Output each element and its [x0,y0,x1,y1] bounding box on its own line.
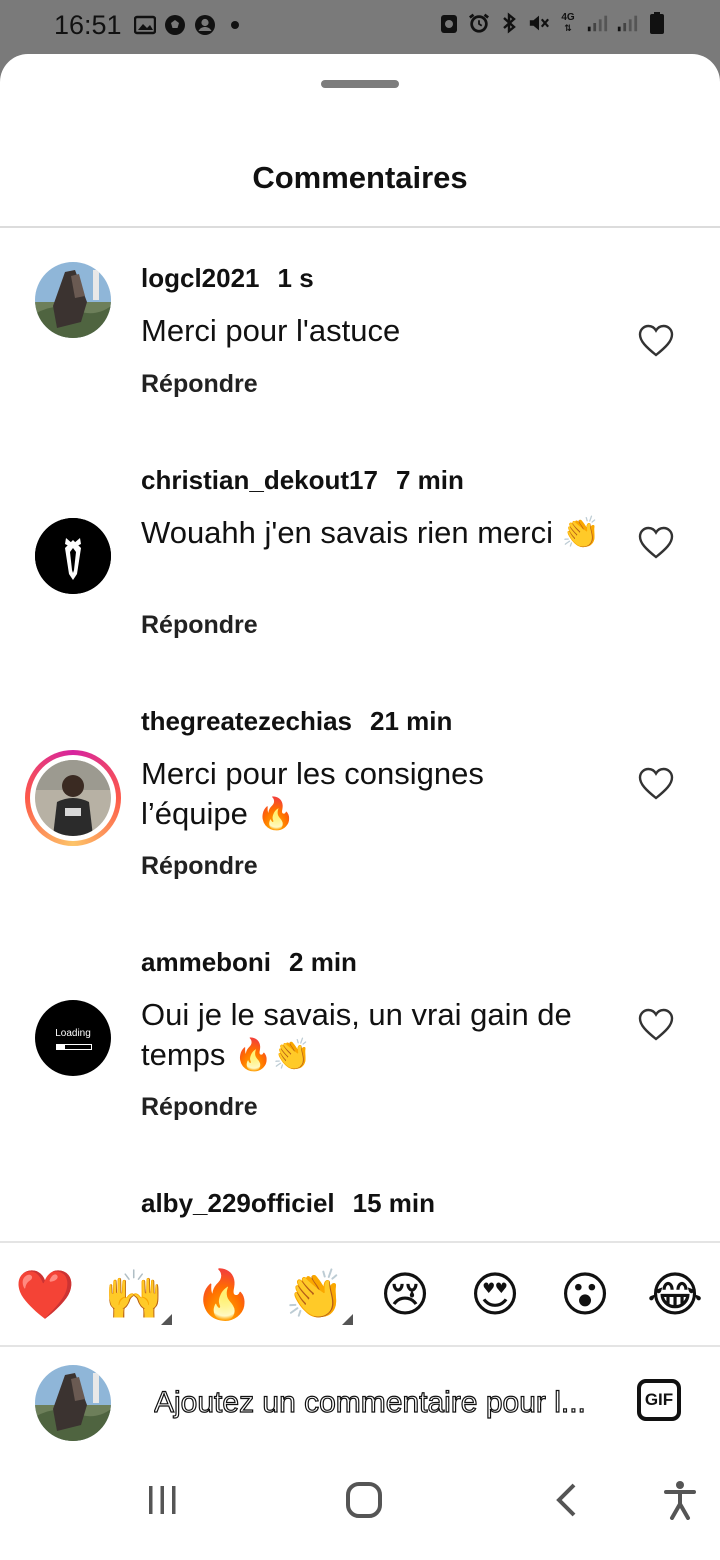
mute-icon [528,12,550,34]
comments-list[interactable]: logcl2021 1 s Merci pour l'astuce Répondr… [0,229,720,1241]
back-icon[interactable] [548,1478,584,1522]
avatar[interactable] [35,262,111,338]
comment-input[interactable] [152,1377,604,1429]
status-bar: 16:51 4G ⇅ [0,0,720,54]
divider [0,1241,720,1243]
battery-icon [646,12,668,34]
variants-indicator [342,1314,353,1325]
comment-time: 21 min [369,706,453,736]
status-time: 16:51 [54,10,122,40]
comments-sheet: Commentaires logcl2021 1 s Merci pour l'a… [0,54,720,1560]
alarm-icon [468,12,490,34]
comment-header: christian_dekout17 7 min [141,465,464,496]
fire-emoji[interactable]: 🔥 [194,1266,254,1326]
reply-button[interactable]: Répondre [141,370,258,399]
heart-icon[interactable] [638,324,674,358]
comment-time: 1 s [277,263,314,293]
comment-time: 2 min [289,947,357,977]
reply-button[interactable]: Répondre [141,852,258,881]
comment-header: logcl2021 1 s [141,263,314,294]
status-left-icons [134,14,246,36]
heart-icon[interactable] [638,526,674,560]
crying-face-emoji[interactable]: 😢 [375,1266,435,1326]
sheet-title: Commentaires [252,160,468,195]
heart-icon[interactable] [638,767,674,801]
heart-eyes-emoji[interactable]: 😍 [465,1266,525,1326]
comment-username[interactable]: alby_229officiel [141,1188,335,1218]
comment-username[interactable]: ammeboni [141,947,271,977]
surprised-face-emoji[interactable]: 😮 [555,1266,615,1326]
recent-apps-icon[interactable] [142,1478,182,1522]
comment-time: 7 min [395,465,464,495]
tears-of-joy-emoji[interactable]: 😂 [645,1266,705,1326]
emoji-bar: ❤️ 🙌 🔥 👏 😢 😍 😮 😂 [0,1244,720,1344]
bluetooth-icon [498,12,520,34]
gif-button[interactable]: GIF [637,1379,681,1421]
heart-emoji[interactable]: ❤️ [15,1266,75,1326]
comment-text: Wouahh j'en savais rien merci 👏 [141,515,601,550]
comment-header: alby_229officiel 15 min [141,1188,435,1219]
heart-icon[interactable] [638,1008,674,1042]
drag-handle[interactable] [321,80,399,88]
recycle-icon [438,12,460,34]
signal-icon [586,12,608,34]
raised-hands-emoji[interactable]: 🙌 [104,1266,164,1326]
divider [0,226,720,228]
comment-header: thegreatezechias 21 min [141,706,452,737]
accessibility-icon[interactable] [660,1478,700,1522]
comment-text: Merci pour l'astuce [141,313,401,348]
gallery-icon [134,14,156,36]
comment-text: Merci pour les consignes l’équipe 🔥 [141,756,484,831]
avatar[interactable] [35,518,111,594]
my-avatar [35,1365,111,1441]
home-icon[interactable] [342,1478,386,1522]
story-avatar[interactable] [25,750,121,846]
account-circle-icon [194,14,216,36]
loading-label: Loading [55,1028,91,1039]
signal-icon [616,12,638,34]
system-nav-bar [0,1440,720,1560]
comment-header: ammeboni 2 min [141,947,357,978]
dot-icon [224,14,246,36]
avatar [35,760,111,836]
variants-indicator [161,1314,172,1325]
comment-text: Oui je le savais, un vrai gain de temps … [141,997,572,1072]
comment-time: 15 min [352,1188,436,1218]
soccer-ball-icon [164,14,186,36]
reply-button[interactable]: Répondre [141,1093,258,1122]
4g-icon: 4G ⇅ [561,12,575,34]
avatar[interactable]: Loading [35,1000,111,1076]
loading-bar [56,1044,92,1050]
comment-username[interactable]: logcl2021 [141,263,260,293]
comment-username[interactable]: thegreatezechias [141,706,352,736]
reply-button[interactable]: Répondre [141,611,258,640]
comment-username[interactable]: christian_dekout17 [141,465,378,495]
clapping-hands-emoji[interactable]: 👏 [285,1266,345,1326]
status-right-icons: 4G ⇅ [438,12,668,34]
